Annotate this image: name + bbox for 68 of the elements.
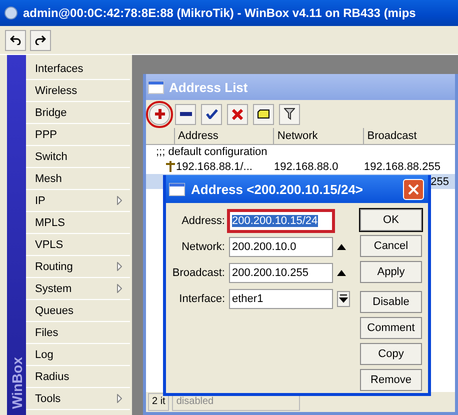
dialog-icon — [169, 182, 185, 196]
comment-row-text: ;;; default configuration — [155, 145, 268, 159]
dialog-button[interactable]: OK — [360, 209, 422, 231]
menu-item[interactable]: System — [26, 278, 130, 300]
filter-icon — [284, 108, 295, 120]
field-label: Interface: — [178, 293, 225, 305]
column-header[interactable]: Broadcast — [363, 128, 455, 144]
dialog-button[interactable]: Cancel — [360, 235, 422, 257]
menu-item[interactable]: Radius — [26, 366, 130, 388]
menu-item[interactable]: Bridge — [26, 102, 130, 124]
minus-icon — [180, 112, 192, 116]
menu-item[interactable]: Tools — [26, 388, 130, 410]
menu-item[interactable]: MPLS — [26, 212, 130, 234]
dropdown-icon[interactable] — [337, 291, 350, 307]
plus-icon — [154, 108, 166, 120]
dialog-button[interactable]: Copy — [360, 343, 422, 365]
note-icon — [257, 109, 270, 119]
menu-item[interactable]: Files — [26, 322, 130, 344]
input-field[interactable]: 200.200.10.0 — [229, 237, 333, 257]
menu-item[interactable]: Wireless — [26, 80, 130, 102]
dialog-title: Address <200.200.10.15/24> — [191, 182, 364, 196]
menu-item[interactable]: VPLS — [26, 234, 130, 256]
enable-button[interactable] — [201, 104, 222, 124]
disable-button[interactable] — [227, 104, 248, 124]
plus-marker-icon — [166, 161, 175, 172]
field-label: Broadcast: — [171, 267, 225, 279]
window-title: Address List — [169, 80, 248, 94]
field-label: Network: — [180, 241, 225, 253]
menu-item[interactable]: Interfaces — [26, 58, 130, 80]
close-button[interactable] — [403, 178, 424, 200]
status-text: 2 it — [148, 393, 170, 411]
undo-button[interactable] — [5, 30, 26, 50]
window-icon — [148, 80, 164, 94]
input-field[interactable]: ether1 — [229, 289, 333, 309]
up-arrow-icon[interactable] — [337, 244, 346, 250]
remove-button[interactable] — [175, 104, 196, 124]
menu-item[interactable]: IP — [26, 190, 130, 212]
menu-item[interactable]: Mesh — [26, 168, 130, 190]
app-icon — [4, 6, 18, 20]
field-label: Address: — [180, 215, 225, 227]
window-title: admin@00:0C:42:78:8E:88 (MikroTik) - WinBox v4.11 on RB433 (mips — [23, 6, 416, 20]
dialog-button[interactable]: Remove — [360, 369, 422, 391]
table-cell-text: 192.168.88.0 — [274, 160, 340, 172]
menu-item[interactable]: Queues — [26, 300, 130, 322]
redo-button[interactable] — [30, 30, 51, 50]
comment-button[interactable] — [253, 104, 274, 124]
dialog-button[interactable]: Apply — [360, 261, 422, 283]
check-icon — [206, 109, 218, 119]
undo-icon — [10, 35, 21, 45]
dialog-button[interactable]: Comment — [360, 317, 422, 339]
dialog-button[interactable]: Disable — [360, 291, 422, 313]
table-cell-text: 255 — [430, 176, 450, 188]
input-field[interactable]: 200.200.10.15/24 — [229, 211, 333, 231]
close-icon — [408, 184, 419, 194]
filter-button[interactable] — [279, 104, 300, 124]
menu-item[interactable]: PPP — [26, 124, 130, 146]
table-cell-text: 192.168.88.255 — [364, 160, 442, 172]
menu-item[interactable]: Routing — [26, 256, 130, 278]
table-cell: 192.168.88.1/... — [166, 160, 274, 172]
up-arrow-icon[interactable] — [337, 270, 346, 276]
input-field[interactable]: 200.200.10.255 — [229, 263, 333, 283]
brand-label: WinBox — [8, 357, 26, 409]
redo-icon — [35, 35, 46, 45]
column-header[interactable]: Address — [174, 128, 274, 144]
menu-item[interactable]: Log — [26, 344, 130, 366]
cross-icon — [232, 108, 243, 120]
column-header[interactable]: Network — [273, 128, 364, 144]
menu-item[interactable]: Switch — [26, 146, 130, 168]
